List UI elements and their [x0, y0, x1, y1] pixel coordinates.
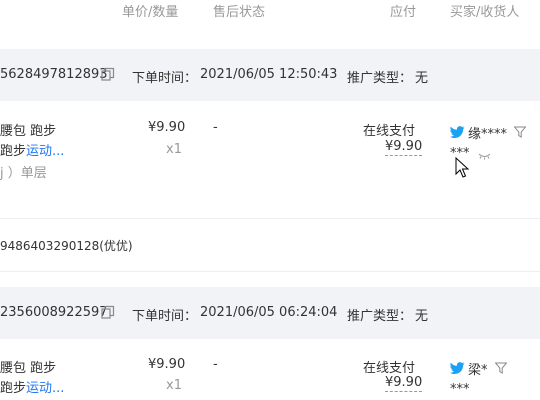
- buyer-name[interactable]: 缘****: [468, 123, 507, 142]
- order-extra-note: 9486403290128(优优): [0, 239, 133, 253]
- mouse-cursor-icon: [455, 157, 469, 178]
- paid-amount[interactable]: ¥9.90: [385, 139, 423, 156]
- header-paid: 应付: [390, 5, 417, 20]
- pay-method: 在线支付: [363, 124, 416, 139]
- order-id: 2356008922597: [0, 305, 108, 320]
- promo-type-value: 无: [415, 71, 429, 86]
- eye-closed-icon[interactable]: [478, 152, 491, 160]
- after-sale-status: -: [213, 120, 218, 135]
- header-price-qty: 单价/数量: [122, 5, 179, 20]
- copy-icon[interactable]: [101, 67, 116, 82]
- item-subtitle-text: 跑步: [0, 144, 27, 159]
- promo-type-label: 推广类型：: [347, 309, 413, 324]
- order-time-label: 下单时间：: [132, 71, 198, 86]
- item-title[interactable]: 腰包 跑步: [0, 120, 56, 139]
- receiver-masked: ***: [450, 382, 470, 397]
- order-time-label: 下单时间：: [132, 309, 198, 324]
- item-subtitle-text: 跑步: [0, 381, 27, 396]
- unit-price: ¥9.90: [148, 357, 186, 372]
- filter-icon[interactable]: [514, 126, 526, 138]
- header-buyer: 买家/收货人: [450, 5, 520, 20]
- bird-icon: [450, 126, 465, 138]
- header-after-sale: 售后状态: [213, 5, 266, 20]
- order-header-bar: 2356008922597 下单时间： 2021/06/05 06:24:04 …: [0, 287, 540, 339]
- order-header-bar: 5628497812893 下单时间： 2021/06/05 12:50:43 …: [0, 49, 540, 101]
- after-sale-status: -: [213, 357, 218, 372]
- divider: [0, 218, 540, 219]
- quantity: x1: [166, 378, 182, 393]
- copy-icon[interactable]: [101, 305, 116, 320]
- pay-method: 在线支付: [363, 361, 416, 376]
- bird-icon: [450, 362, 465, 374]
- filter-icon[interactable]: [495, 362, 507, 374]
- paid-amount[interactable]: ¥9.90: [385, 375, 423, 392]
- item-title[interactable]: 腰包 跑步: [0, 357, 56, 376]
- quantity: x1: [166, 142, 182, 157]
- promo-type-label: 推广类型：: [347, 71, 413, 86]
- unit-price: ¥9.90: [148, 120, 186, 135]
- order-id: 5628497812893: [0, 67, 108, 82]
- promo-type-value: 无: [415, 309, 429, 324]
- table-header: 单价/数量 售后状态 应付 买家/收货人: [0, 0, 540, 40]
- buyer-name[interactable]: 梁*: [468, 359, 488, 378]
- order-time-value: 2021/06/05 12:50:43: [200, 67, 338, 82]
- item-category-link[interactable]: 运动...: [26, 381, 64, 396]
- item-category-link[interactable]: 运动...: [26, 144, 64, 159]
- divider: [0, 271, 540, 272]
- item-subtitle[interactable]: 跑步运动...: [0, 377, 64, 396]
- order-time-value: 2021/06/05 06:24:04: [200, 305, 338, 320]
- item-spec: j ）单层: [0, 166, 47, 181]
- item-subtitle[interactable]: 跑步运动...: [0, 140, 64, 159]
